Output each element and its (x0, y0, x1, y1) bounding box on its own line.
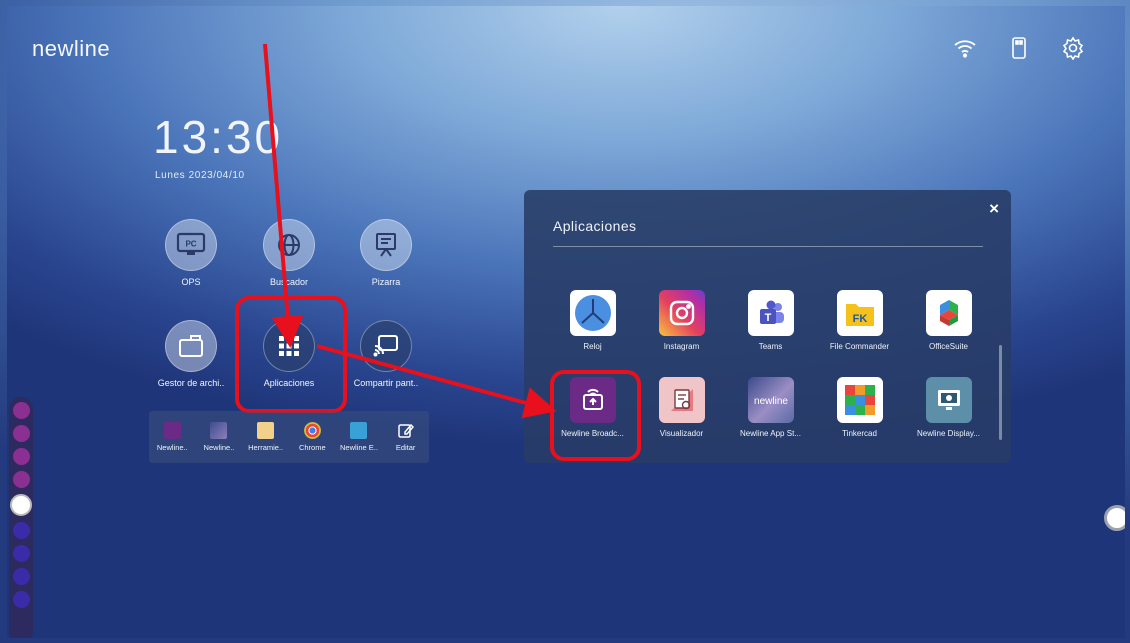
dock-newline-broadcast[interactable]: Newline.. (150, 422, 194, 452)
arrow-down (263, 43, 304, 348)
desktop-frame: newline 13:30 Lunes 2023/04/10 PC OPS Bu… (7, 6, 1125, 638)
newline-app-store-icon: newline (747, 377, 794, 423)
newline-app-icon (210, 422, 228, 439)
broadcast-icon (163, 422, 181, 439)
tools-icon (257, 422, 275, 439)
right-menu-handle[interactable] (1104, 505, 1125, 531)
tile-ops[interactable]: PC OPS (146, 219, 236, 287)
engage-icon (350, 422, 368, 439)
newline-logo: newline (32, 36, 111, 61)
officesuite-icon (925, 290, 972, 336)
tile-label: Buscador (269, 277, 309, 287)
tinkercad-icon (836, 377, 883, 423)
broadcast-icon[interactable] (12, 402, 30, 419)
highlight-newline-broadcast (550, 370, 641, 461)
app-teams[interactable]: T Teams (726, 290, 815, 351)
back-icon[interactable] (12, 591, 30, 608)
highlight-aplicaciones (235, 296, 347, 413)
chrome-icon (303, 422, 321, 439)
clock-date: Lunes 2023/04/10 (155, 170, 245, 181)
tile-label: OPS (181, 277, 201, 287)
top-status-icons (953, 36, 1085, 61)
svg-text:PC: PC (185, 240, 196, 249)
dock-newline-app-store[interactable]: Newline.. (197, 422, 241, 452)
visualizer-icon (658, 377, 705, 423)
close-icon[interactable]: × (989, 199, 999, 219)
svg-text:T: T (764, 312, 771, 324)
tile-gestor-archivos[interactable]: Gestor de archi.. (146, 320, 236, 388)
tile-label: Compartir pant.. (353, 378, 419, 388)
cast-screen-icon (360, 320, 412, 372)
panel-title: Aplicaciones (553, 218, 637, 234)
app-visualizador[interactable]: Visualizador (637, 377, 726, 438)
dock-editar[interactable]: Editar (384, 422, 428, 452)
svg-text:newline: newline (754, 396, 788, 407)
quick-launch-dock: Newline.. Newline.. Herramie.. Chrome Ne… (149, 411, 429, 463)
edit-icon[interactable] (12, 448, 30, 465)
window-icon[interactable] (12, 568, 30, 585)
whiteboard-icon[interactable] (12, 471, 30, 488)
app-reloj[interactable]: Reloj (548, 290, 637, 351)
tile-label: Pizarra (371, 277, 401, 287)
edit-icon (397, 422, 415, 439)
file-commander-icon: FK (836, 290, 883, 336)
wifi-icon[interactable] (953, 36, 977, 60)
panel-divider (553, 246, 983, 247)
instagram-icon (658, 290, 705, 336)
app-file-commander[interactable]: FK File Commander (815, 290, 904, 351)
app-tinkercad[interactable]: Tinkercad (815, 377, 904, 438)
whiteboard-icon (360, 219, 412, 271)
dock-chrome[interactable]: Chrome (290, 422, 334, 452)
panel-scrollbar[interactable] (999, 345, 1002, 440)
clock-time: 13:30 (153, 111, 284, 163)
tile-compartir-pantalla[interactable]: Compartir pant.. (341, 320, 431, 388)
app-officesuite[interactable]: OfficeSuite (904, 290, 993, 351)
teams-icon: T (747, 290, 794, 336)
clock-icon (569, 290, 616, 336)
svg-text:FK: FK (852, 313, 867, 325)
app-newline-display[interactable]: Newline Display... (904, 377, 993, 438)
display-management-icon (925, 377, 972, 423)
input-source-icon[interactable] (12, 545, 30, 562)
tile-label: Gestor de archi.. (157, 378, 225, 388)
pc-icon: PC (165, 219, 217, 271)
usb-icon[interactable] (1007, 36, 1031, 60)
tile-buscador[interactable]: Buscador (244, 219, 334, 287)
app-instagram[interactable]: Instagram (637, 290, 726, 351)
dock-herramientas[interactable]: Herramie.. (244, 422, 288, 452)
menu-handle[interactable] (10, 494, 32, 516)
home-icon[interactable] (12, 425, 30, 442)
folder-icon (165, 320, 217, 372)
gear-icon[interactable] (1061, 36, 1085, 61)
dock-newline-engage[interactable]: Newline E.. (337, 422, 381, 452)
tile-pizarra[interactable]: Pizarra (341, 219, 431, 287)
apps-grid-icon[interactable] (12, 522, 30, 539)
globe-icon (263, 219, 315, 271)
app-newline-app-store[interactable]: newline Newline App St... (726, 377, 815, 438)
floating-toolbar (9, 397, 33, 638)
